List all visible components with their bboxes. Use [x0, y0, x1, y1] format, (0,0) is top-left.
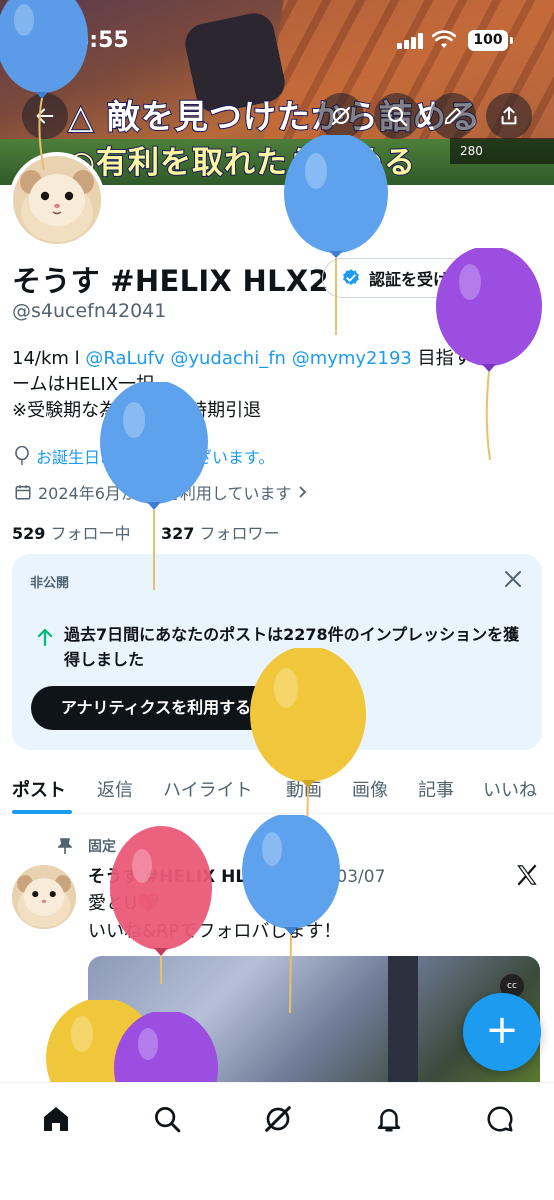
use-analytics-button[interactable]: アナリティクスを利用する	[31, 686, 281, 730]
private-analytics-card: 非公開 過去7日間にあなたのポストは2278件のインプレッションを獲得しました …	[12, 554, 542, 750]
joined-date[interactable]: 2024年6月からXを利用しています	[14, 480, 309, 504]
search-icon	[155, 1107, 181, 1133]
pin-icon	[58, 838, 72, 854]
post-line-1: 愛とU💖	[88, 893, 160, 914]
edit-button[interactable]	[430, 93, 476, 139]
mention-link[interactable]: @yudachi_fn	[170, 348, 286, 369]
active-tab-indicator	[12, 810, 72, 814]
banner-caption-2: ◎有利を取れたら詰める	[67, 144, 417, 182]
status-bar: 6:55 100	[0, 0, 554, 86]
status-time: 6:55	[74, 28, 129, 53]
post-line-2: いいね&RPでフォロバします！	[88, 921, 342, 942]
tab-replies[interactable]: 返信	[97, 776, 133, 802]
close-icon	[505, 571, 521, 587]
impressions-message: 過去7日間にあなたのポストは2278件のインプレッションを獲得しました	[64, 625, 520, 669]
pinned-indicator: 固定	[58, 836, 116, 856]
balloon-icon	[15, 446, 29, 465]
cellular-signal-icon	[397, 33, 423, 49]
followers-link[interactable]: 327 フォロワー	[161, 524, 280, 543]
share-icon	[501, 106, 517, 125]
banner-hud: 280	[450, 138, 554, 164]
profile-bio: 14/km l @RaLufv @yudachi_fn @mymy2193 目指…	[12, 346, 542, 424]
search-icon	[387, 106, 408, 127]
following-label: フォロー中	[50, 524, 131, 543]
bottom-navigation	[0, 1082, 554, 1200]
following-link[interactable]: 529 フォロー中	[12, 524, 131, 543]
pinned-label: 固定	[88, 839, 116, 855]
get-verified-button[interactable]: 認証を受ける	[322, 258, 486, 298]
media-dark-bar	[388, 956, 418, 1086]
mention-link[interactable]: @RaLufv	[85, 348, 164, 369]
messages-icon	[487, 1106, 513, 1132]
profile-avatar[interactable]	[9, 152, 105, 248]
nav-notifications[interactable]	[369, 1099, 409, 1139]
nav-search[interactable]	[147, 1099, 187, 1139]
chevron-right-icon	[299, 486, 307, 498]
tab-images[interactable]: 画像	[352, 776, 388, 802]
hamster-avatar-image	[12, 865, 76, 929]
x-logo-icon	[514, 862, 540, 888]
bio-prefix: 14/km l	[12, 348, 86, 369]
hamster-avatar-image	[13, 156, 101, 244]
post-text: 愛とU💖 いいね&RPでフォロバします！	[88, 890, 341, 946]
arrow-left-icon	[36, 108, 54, 124]
notifications-icon	[377, 1109, 401, 1132]
tab-likes[interactable]: いいね	[483, 776, 537, 802]
nav-messages[interactable]	[480, 1099, 520, 1139]
followers-label: フォロワー	[199, 524, 280, 543]
calendar-icon	[15, 485, 31, 500]
bio-line-1: 14/km l @RaLufv @yudachi_fn @mymy2193 目指…	[12, 346, 542, 372]
battery-indicator: 100	[468, 30, 513, 51]
bio-line-3: ※受験期な為競技は一時期引退	[12, 400, 262, 421]
tab-posts[interactable]: ポスト	[12, 776, 66, 802]
following-count: 529	[12, 524, 46, 543]
verified-badge-icon	[343, 269, 359, 285]
profile-tabs: ポスト 返信 ハイライト 動画 画像 記事 いいね	[0, 764, 554, 814]
tab-articles[interactable]: 記事	[418, 776, 454, 802]
grok-icon	[265, 1106, 291, 1132]
back-button[interactable]	[22, 93, 68, 139]
post-date: · 2026/03/07	[276, 867, 386, 887]
home-icon	[44, 1107, 68, 1131]
private-label: 非公開	[30, 576, 70, 591]
tab-highlights[interactable]: ハイライト	[163, 776, 253, 802]
post-author-avatar[interactable]	[12, 865, 76, 929]
followers-count: 327	[161, 524, 195, 543]
get-verified-label: 認証を受ける	[369, 270, 466, 289]
pencil-icon	[444, 107, 462, 125]
profile-name: そうす #HELIX HLX2	[12, 264, 329, 298]
nav-grok[interactable]	[258, 1099, 298, 1139]
wifi-icon	[432, 30, 456, 50]
bio-line-2: ームはHELIX一択	[12, 374, 155, 395]
post-header: そうす #HELIX HLX2 · 2026/03/07	[88, 862, 385, 887]
joined-text: 2024年6月からXを利用しています	[38, 484, 292, 503]
compose-post-button[interactable]: +	[463, 993, 541, 1071]
grok-button[interactable]	[318, 93, 364, 139]
birthday-message[interactable]: お誕生日おめでとうございます。	[14, 444, 274, 468]
nav-home[interactable]	[36, 1099, 76, 1139]
dismiss-card-button[interactable]	[502, 568, 524, 590]
tab-videos[interactable]: 動画	[286, 776, 322, 802]
search-profile-button[interactable]	[374, 93, 420, 139]
follow-stats: 529 フォロー中 327 フォロワー	[12, 520, 280, 544]
post-author-name[interactable]: そうす #HELIX HLX2	[88, 867, 271, 887]
share-button[interactable]	[486, 93, 532, 139]
mention-link[interactable]: @mymy2193	[292, 348, 412, 369]
grok-icon	[331, 106, 351, 126]
profile-handle: @s4ucefn42041	[12, 300, 167, 322]
bio-suffix: 目指すチ	[411, 348, 490, 369]
arrow-up-icon	[36, 627, 54, 647]
birthday-text: お誕生日おめでとうございます。	[36, 448, 275, 467]
